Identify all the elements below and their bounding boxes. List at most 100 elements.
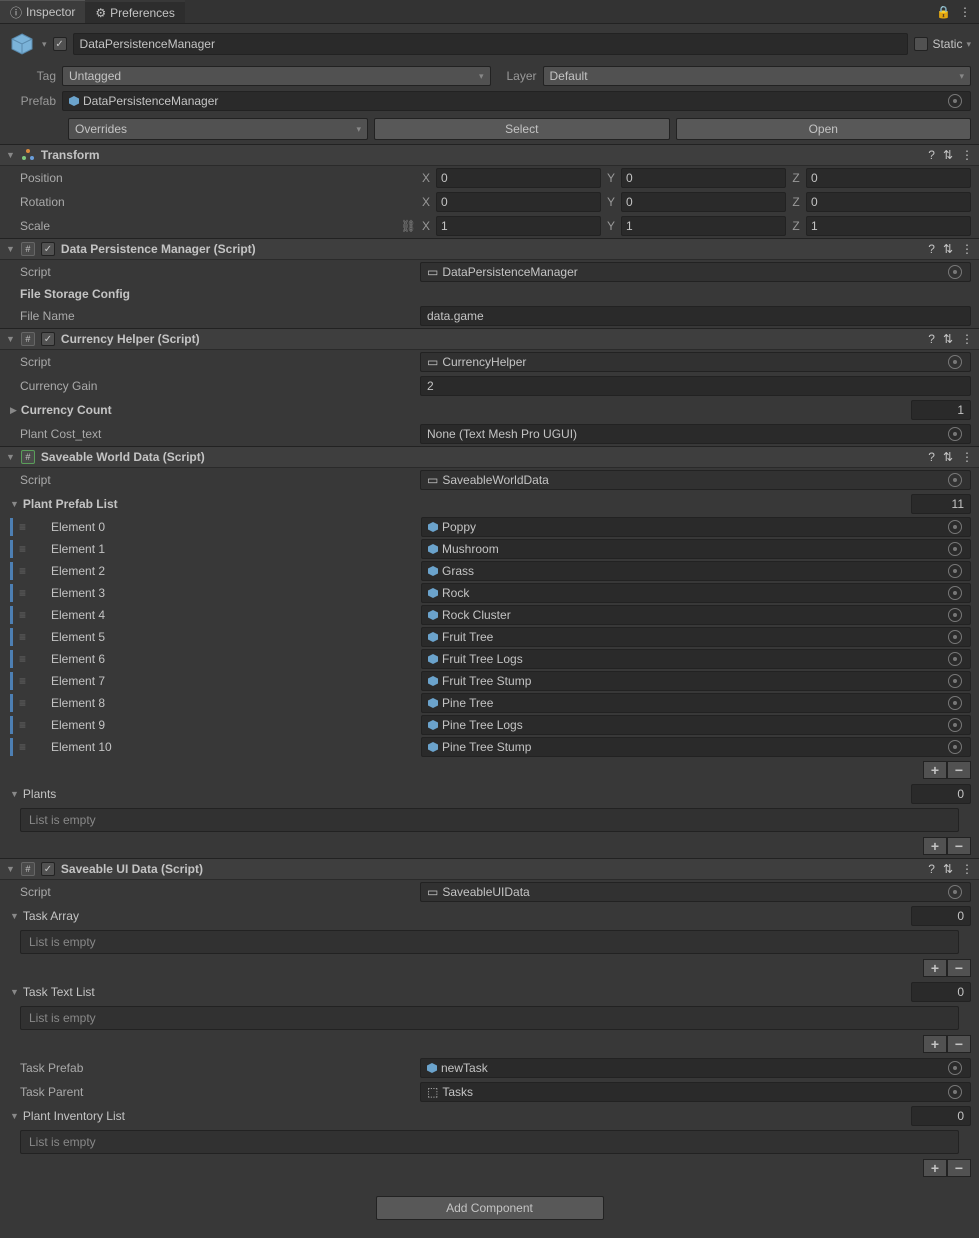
object-picker-icon[interactable] bbox=[948, 520, 962, 534]
menu-icon[interactable]: ⋮ bbox=[961, 332, 973, 346]
remove-element-button[interactable]: − bbox=[947, 761, 971, 779]
element-value-field[interactable]: Rock bbox=[421, 583, 971, 603]
fold-icon[interactable]: ▼ bbox=[6, 864, 15, 874]
count-input[interactable] bbox=[911, 400, 971, 420]
drag-handle-icon[interactable]: ≡ bbox=[19, 740, 29, 754]
component-swd-header[interactable]: ▼ # Saveable World Data (Script) ?⇅⋮ bbox=[0, 446, 979, 468]
static-checkbox[interactable] bbox=[914, 37, 928, 51]
component-dpm-header[interactable]: ▼ # Data Persistence Manager (Script) ?⇅… bbox=[0, 238, 979, 260]
gain-input[interactable] bbox=[420, 376, 971, 396]
open-button[interactable]: Open bbox=[676, 118, 972, 140]
list-item[interactable]: ≡Element 8Pine Tree bbox=[0, 692, 979, 714]
preset-icon[interactable]: ⇅ bbox=[943, 450, 953, 464]
add-element-button[interactable]: + bbox=[923, 761, 947, 779]
object-picker-icon[interactable] bbox=[948, 1061, 962, 1075]
element-value-field[interactable]: Pine Tree bbox=[421, 693, 971, 713]
fold-icon[interactable]: ▼ bbox=[10, 1111, 19, 1121]
prefab-field[interactable]: DataPersistenceManager bbox=[62, 91, 971, 111]
overrides-dropdown[interactable]: Overrides▾ bbox=[68, 118, 368, 140]
object-picker-icon[interactable] bbox=[948, 1085, 962, 1099]
element-value-field[interactable]: Fruit Tree bbox=[421, 627, 971, 647]
list-item[interactable]: ≡Element 7Fruit Tree Stump bbox=[0, 670, 979, 692]
object-picker-icon[interactable] bbox=[948, 608, 962, 622]
component-currency-header[interactable]: ▼ # Currency Helper (Script) ?⇅⋮ bbox=[0, 328, 979, 350]
list-item[interactable]: ≡Element 6Fruit Tree Logs bbox=[0, 648, 979, 670]
enable-checkbox[interactable] bbox=[41, 332, 55, 346]
lock-icon[interactable]: 🔒 bbox=[936, 5, 951, 19]
object-picker-icon[interactable] bbox=[948, 586, 962, 600]
element-value-field[interactable]: Pine Tree Logs bbox=[421, 715, 971, 735]
layer-dropdown[interactable]: Default▾ bbox=[543, 66, 972, 86]
fold-icon[interactable]: ▼ bbox=[10, 987, 19, 997]
drag-handle-icon[interactable]: ≡ bbox=[19, 696, 29, 710]
add-element-button[interactable]: + bbox=[923, 1035, 947, 1053]
list-size-input[interactable] bbox=[911, 784, 971, 804]
element-value-field[interactable]: Grass bbox=[421, 561, 971, 581]
drag-handle-icon[interactable]: ≡ bbox=[19, 652, 29, 666]
drag-handle-icon[interactable]: ≡ bbox=[19, 542, 29, 556]
add-component-button[interactable]: Add Component bbox=[376, 1196, 604, 1220]
preset-icon[interactable]: ⇅ bbox=[943, 148, 953, 162]
rotation-y-input[interactable] bbox=[621, 192, 786, 212]
tab-preferences[interactable]: ⚙ Preferences bbox=[85, 0, 184, 23]
fold-icon[interactable]: ▼ bbox=[6, 452, 15, 462]
scale-y-input[interactable] bbox=[621, 216, 786, 236]
menu-icon[interactable]: ⋮ bbox=[959, 5, 971, 19]
element-value-field[interactable]: Fruit Tree Stump bbox=[421, 671, 971, 691]
fold-icon[interactable]: ▼ bbox=[6, 150, 15, 160]
list-size-input[interactable] bbox=[911, 494, 971, 514]
list-item[interactable]: ≡Element 1Mushroom bbox=[0, 538, 979, 560]
gameobject-cube-icon[interactable] bbox=[8, 30, 36, 58]
drag-handle-icon[interactable]: ≡ bbox=[19, 608, 29, 622]
list-size-input[interactable] bbox=[911, 906, 971, 926]
rotation-z-input[interactable] bbox=[806, 192, 971, 212]
object-picker-icon[interactable] bbox=[948, 94, 962, 108]
remove-element-button[interactable]: − bbox=[947, 959, 971, 977]
drag-handle-icon[interactable]: ≡ bbox=[19, 564, 29, 578]
menu-icon[interactable]: ⋮ bbox=[961, 450, 973, 464]
fold-icon[interactable]: ▼ bbox=[10, 499, 19, 509]
object-picker-icon[interactable] bbox=[948, 265, 962, 279]
element-value-field[interactable]: Pine Tree Stump bbox=[421, 737, 971, 757]
element-value-field[interactable]: Mushroom bbox=[421, 539, 971, 559]
list-item[interactable]: ≡Element 5Fruit Tree bbox=[0, 626, 979, 648]
list-item[interactable]: ≡Element 0Poppy bbox=[0, 516, 979, 538]
tag-dropdown[interactable]: Untagged▾ bbox=[62, 66, 491, 86]
object-picker-icon[interactable] bbox=[948, 355, 962, 369]
list-item[interactable]: ≡Element 4Rock Cluster bbox=[0, 604, 979, 626]
gameobject-name-input[interactable] bbox=[73, 33, 909, 55]
help-icon[interactable]: ? bbox=[928, 148, 935, 162]
position-x-input[interactable] bbox=[436, 168, 601, 188]
drag-handle-icon[interactable]: ≡ bbox=[19, 520, 29, 534]
list-item[interactable]: ≡Element 3Rock bbox=[0, 582, 979, 604]
object-picker-icon[interactable] bbox=[948, 696, 962, 710]
drag-handle-icon[interactable]: ≡ bbox=[19, 586, 29, 600]
position-y-input[interactable] bbox=[621, 168, 786, 188]
tab-inspector[interactable]: ⓘ Inspector bbox=[0, 0, 85, 23]
object-picker-icon[interactable] bbox=[948, 564, 962, 578]
fold-icon[interactable]: ▼ bbox=[10, 789, 19, 799]
help-icon[interactable]: ? bbox=[928, 332, 935, 346]
active-checkbox[interactable] bbox=[53, 37, 67, 51]
element-value-field[interactable]: Fruit Tree Logs bbox=[421, 649, 971, 669]
menu-icon[interactable]: ⋮ bbox=[961, 242, 973, 256]
fold-icon[interactable]: ▼ bbox=[6, 244, 15, 254]
task-prefab-field[interactable]: newTask bbox=[420, 1058, 971, 1078]
fold-icon[interactable]: ▼ bbox=[10, 911, 19, 921]
object-picker-icon[interactable] bbox=[948, 674, 962, 688]
menu-icon[interactable]: ⋮ bbox=[961, 862, 973, 876]
scale-link-icon[interactable]: ⛓ bbox=[401, 219, 416, 233]
list-item[interactable]: ≡Element 2Grass bbox=[0, 560, 979, 582]
menu-icon[interactable]: ⋮ bbox=[961, 148, 973, 162]
scale-z-input[interactable] bbox=[806, 216, 971, 236]
enable-checkbox[interactable] bbox=[41, 242, 55, 256]
cost-field[interactable]: None (Text Mesh Pro UGUI) bbox=[420, 424, 971, 444]
fold-icon[interactable]: ▼ bbox=[6, 334, 15, 344]
add-element-button[interactable]: + bbox=[923, 837, 947, 855]
remove-element-button[interactable]: − bbox=[947, 837, 971, 855]
component-sud-header[interactable]: ▼ # Saveable UI Data (Script) ?⇅⋮ bbox=[0, 858, 979, 880]
component-transform-header[interactable]: ▼ Transform ?⇅⋮ bbox=[0, 144, 979, 166]
list-item[interactable]: ≡Element 9Pine Tree Logs bbox=[0, 714, 979, 736]
preset-icon[interactable]: ⇅ bbox=[943, 862, 953, 876]
fold-icon[interactable]: ▾ bbox=[42, 39, 47, 50]
